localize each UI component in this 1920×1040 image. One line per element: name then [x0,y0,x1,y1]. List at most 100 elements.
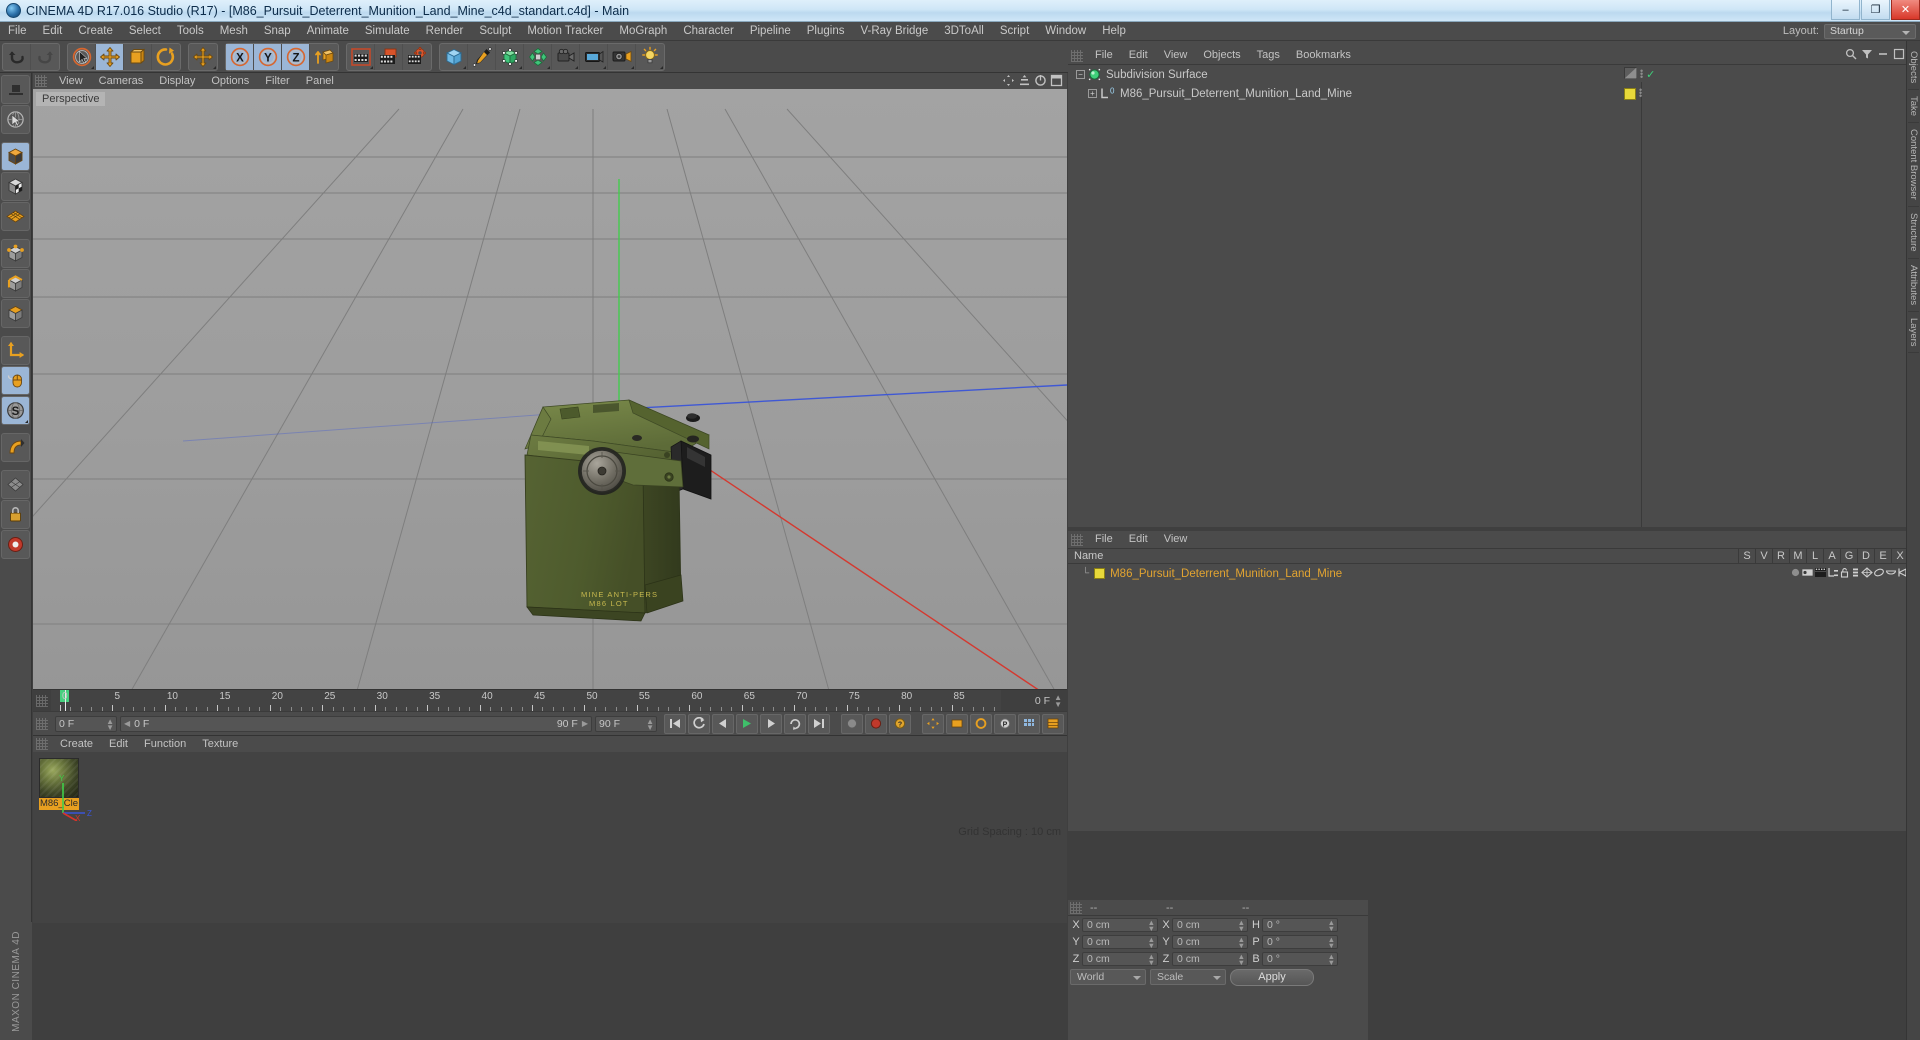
go-to-start-icon[interactable] [664,713,686,734]
coord-pos-y-spinner[interactable]: ▲ ▼ [1148,935,1155,949]
material-menu-create[interactable]: Create [52,736,101,752]
floor-icon[interactable] [608,43,636,70]
layer-menu-file[interactable]: File [1087,531,1121,548]
anim-slider-right-arrow-icon[interactable]: ▶ [582,719,588,728]
move-icon[interactable] [96,43,124,70]
menu-item-edit[interactable]: Edit [35,22,71,41]
menu-item-snap[interactable]: Snap [256,22,299,41]
selection-mode-icon[interactable] [1,105,30,134]
spline-pen-icon[interactable] [468,43,496,70]
coord-rot-h-field[interactable]: 0 ° ▲ ▼ [1262,917,1338,932]
filter-icon[interactable] [1861,48,1873,63]
coord-pos-z-field[interactable]: 0 cm ▲ ▼ [1082,951,1158,966]
viewport-menu-view[interactable]: View [51,73,91,89]
animbar-grip-icon[interactable] [36,717,48,730]
maximize-button[interactable]: ❐ [1861,0,1890,20]
cube-primitive-icon[interactable] [440,43,468,70]
object-row-subdivision-surface[interactable]: − Subdivision Surface • • • ✓ [1068,65,1908,84]
coord-size-y-spinner[interactable]: ▲ ▼ [1238,935,1245,949]
axis-mode-icon[interactable] [1,336,30,365]
layer-row[interactable]: └ M86_Pursuit_Deterrent_Munition_Land_Mi… [1068,565,1908,582]
polygons-mode-icon[interactable] [1,299,30,328]
viewport-menu-cameras[interactable]: Cameras [91,73,152,89]
layer-col-s[interactable]: S [1738,548,1755,564]
scale-icon[interactable] [124,43,152,70]
object-menu-bookmarks[interactable]: Bookmarks [1288,47,1359,64]
viewport-menu-panel[interactable]: Panel [298,73,342,89]
menu-item-motion-tracker[interactable]: Motion Tracker [519,22,611,41]
viewport-menu-filter[interactable]: Filter [257,73,297,89]
panel-collapse-icon[interactable] [1877,48,1889,63]
material-menu-edit[interactable]: Edit [101,736,136,752]
undo-view-icon[interactable] [1,75,30,104]
tab-take[interactable]: Take [1908,90,1919,124]
step-forward-icon[interactable] [760,713,782,734]
timeline-frame-spinner[interactable]: ▲ ▼ [1054,693,1062,708]
material-tag-icon[interactable] [1624,87,1636,100]
rotate-icon[interactable] [152,44,180,70]
viewport-menu-options[interactable]: Options [203,73,257,89]
redo-icon[interactable] [31,44,59,70]
object-menu-edit[interactable]: Edit [1121,47,1156,64]
pla-key-icon[interactable] [1018,713,1040,734]
tab-content-browser[interactable]: Content Browser [1908,123,1919,208]
viewport-menu-display[interactable]: Display [151,73,203,89]
axis-z-icon[interactable]: Z [282,43,310,70]
coord-rot-p-spinner[interactable]: ▲ ▼ [1328,935,1335,949]
axis-x-icon[interactable]: X [226,43,254,70]
material-menu-function[interactable]: Function [136,736,194,752]
anim-end-frame-spinner[interactable]: ▲ ▼ [646,717,654,731]
edges-mode-icon[interactable] [1,269,30,298]
minimize-button[interactable]: – [1831,0,1860,20]
menu-item-character[interactable]: Character [675,22,742,41]
coord-pos-z-spinner[interactable]: ▲ ▼ [1148,952,1155,966]
layer-visible-toggle[interactable] [1801,567,1814,581]
move-alt-icon[interactable] [189,44,217,70]
subdivision-editor-toggle-icon[interactable] [1624,67,1637,82]
keyframe-selection-icon[interactable]: ? [889,713,911,734]
param-key-icon[interactable]: P [994,713,1016,734]
dots-menu-icon[interactable]: • • • [1639,86,1642,101]
menu-item-pipeline[interactable]: Pipeline [742,22,799,41]
record-icon[interactable] [1,530,30,559]
layer-menu-edit[interactable]: Edit [1121,531,1156,548]
search-icon[interactable] [1845,48,1857,63]
coord-rot-h-spinner[interactable]: ▲ ▼ [1328,918,1335,932]
menu-item-help[interactable]: Help [1094,22,1134,41]
coord-size-z-field[interactable]: 0 cm ▲ ▼ [1172,951,1248,966]
deformer-active-icon[interactable] [1,433,30,462]
coord-rot-b-spinner[interactable]: ▲ ▼ [1328,952,1335,966]
coord-system-dropdown[interactable]: World [1070,969,1146,985]
autokeying-icon[interactable] [865,713,887,734]
layer-col-d[interactable]: D [1857,548,1874,564]
menu-item-mesh[interactable]: Mesh [212,22,256,41]
layer-manager-toggle[interactable] [1827,567,1839,581]
loop-icon[interactable] [784,713,806,734]
go-to-end-icon[interactable] [808,713,830,734]
expander-collapse-icon[interactable]: − [1076,70,1085,79]
object-menu-file[interactable]: File [1087,47,1121,64]
coord-size-z-spinner[interactable]: ▲ ▼ [1238,952,1245,966]
layer-col-a[interactable]: A [1823,548,1840,564]
close-button[interactable]: ✕ [1891,0,1920,20]
deformer-icon[interactable] [524,43,552,70]
viewport-solo-icon[interactable] [1,366,30,395]
layer-solo-toggle[interactable] [1790,567,1801,581]
select-live-icon[interactable] [68,43,96,70]
coord-pos-y-field[interactable]: 0 cm ▲ ▼ [1082,934,1158,949]
object-menu-objects[interactable]: Objects [1195,47,1248,64]
menu-item-3dtoall[interactable]: 3DToAll [936,22,992,41]
viewport-move-camera-icon[interactable] [1002,74,1015,90]
anim-start-frame-field[interactable]: 0 F ▲ ▼ [55,715,117,732]
layer-render-toggle[interactable] [1814,567,1827,581]
menu-item-mograph[interactable]: MoGraph [611,22,675,41]
layer-menu-view[interactable]: View [1156,531,1196,548]
menu-item-script[interactable]: Script [992,22,1037,41]
tab-structure[interactable]: Structure [1908,207,1919,259]
menu-item-render[interactable]: Render [418,22,472,41]
render-picture-icon[interactable] [375,43,403,70]
generator-icon[interactable] [496,43,524,70]
menu-item-tools[interactable]: Tools [169,22,212,41]
scale-key-icon[interactable] [946,713,968,734]
menu-item-sculpt[interactable]: Sculpt [471,22,519,41]
